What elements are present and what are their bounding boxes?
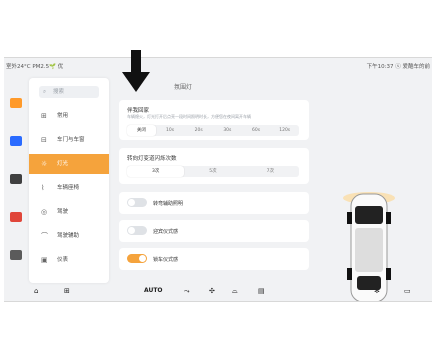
seat-icon: ⌇ bbox=[41, 184, 45, 192]
option-5[interactable]: 5次 bbox=[184, 166, 241, 177]
instrument-icon: ▣ bbox=[41, 256, 48, 264]
auto-ac-button[interactable]: AUTO bbox=[144, 287, 163, 294]
corner-light-toggle[interactable] bbox=[127, 198, 147, 207]
option-10s[interactable]: 10s bbox=[156, 125, 185, 136]
search-placeholder: 搜索 bbox=[53, 89, 65, 95]
menu-item-seats[interactable]: ⌇ 车辆座椅 bbox=[29, 178, 109, 198]
menu-item-label: 车门与车窗 bbox=[57, 137, 85, 143]
card-lock: 锁车仪式感 bbox=[119, 248, 309, 270]
row-label: 转弯辅助照明 bbox=[153, 201, 184, 207]
option-30s[interactable]: 30s bbox=[213, 125, 242, 136]
lock-toggle[interactable] bbox=[127, 254, 147, 263]
option-off[interactable]: 关闭 bbox=[127, 125, 156, 136]
menu-item-assist[interactable]: ⌒ 驾驶辅助 bbox=[29, 226, 109, 246]
menu-item-label: 驾驶辅助 bbox=[57, 233, 80, 239]
bottom-dock: ⌂ ⊞ AUTO ⤳ ✣ ⌓ ▤ ✻ ▭ bbox=[4, 283, 432, 301]
app-sidebar bbox=[4, 78, 26, 278]
seat-heat-icon[interactable]: ▭ bbox=[404, 287, 411, 295]
card-title: 伴我回家 bbox=[127, 108, 150, 114]
fan-icon[interactable]: ✣ bbox=[209, 287, 215, 295]
settings-app-icon[interactable] bbox=[10, 250, 22, 260]
defrost-rear-icon[interactable]: ▤ bbox=[258, 287, 265, 295]
menu-item-instrument[interactable]: ▣ 仪表 bbox=[29, 250, 109, 270]
menu-item-drive[interactable]: ◎ 驾驶 bbox=[29, 202, 109, 222]
card-follow-me-home: 伴我回家 车辆熄火，灯光打开后点亮一段时间照明时长，方便您在夜间离开车辆 关闭 … bbox=[119, 100, 309, 140]
car-icon: ⊞ bbox=[41, 112, 47, 120]
door-icon: ⊟ bbox=[41, 136, 47, 144]
menu-item-label: 驾驶 bbox=[57, 209, 69, 215]
status-right: 下午10:37 ⓢ 爱酷车的前 bbox=[366, 64, 430, 70]
navigation-app-icon[interactable] bbox=[10, 136, 22, 146]
settings-menu: ⌕ 搜索 ⊞ 常用 ⊟ 车门与车窗 ☼ 灯光 ⌇ 车辆座椅 ◎ 驾驶 ⌒ 驾驶辅… bbox=[29, 78, 109, 283]
status-bar: 室外24°C PM2.5🌱 优 下午10:37 ⓢ 爱酷车的前 bbox=[4, 58, 432, 72]
arrow-down-icon bbox=[122, 50, 150, 92]
status-left: 室外24°C PM2.5🌱 优 bbox=[6, 64, 64, 70]
drive-icon: ◎ bbox=[41, 208, 48, 216]
blink-segmented-control[interactable]: 3次 5次 7次 bbox=[127, 166, 299, 177]
option-120s[interactable]: 120s bbox=[270, 125, 299, 136]
card-title: 转向灯变道闪烁次数 bbox=[127, 156, 177, 162]
menu-item-label: 灯光 bbox=[57, 161, 69, 167]
page-title: 氛围灯 bbox=[174, 84, 193, 91]
row-label: 迎宾仪式感 bbox=[153, 229, 179, 235]
airflow-icon[interactable]: ⤳ bbox=[184, 287, 190, 296]
menu-item-label: 仪表 bbox=[57, 257, 69, 263]
option-60s[interactable]: 60s bbox=[242, 125, 271, 136]
toggle-knob bbox=[139, 255, 146, 262]
menu-item-label: 车辆座椅 bbox=[57, 185, 80, 191]
menu-item-lights[interactable]: ☼ 灯光 bbox=[29, 154, 109, 174]
home-icon[interactable]: ⌂ bbox=[34, 287, 38, 295]
search-input[interactable]: ⌕ 搜索 bbox=[39, 86, 99, 98]
settings-content: 氛围灯 伴我回家 车辆熄火，灯光打开后点亮一段时间照明时长，方便您在夜间离开车辆… bbox=[119, 78, 314, 293]
toggle-knob bbox=[128, 199, 135, 206]
car-screen: 室外24°C PM2.5🌱 优 下午10:37 ⓢ 爱酷车的前 ⌕ 搜索 ⊞ 常… bbox=[4, 57, 432, 302]
menu-item-common[interactable]: ⊞ 常用 bbox=[29, 106, 109, 126]
music-app-icon[interactable] bbox=[10, 98, 22, 108]
fan-speed-icon[interactable]: ✻ bbox=[374, 287, 380, 295]
video-app-icon[interactable] bbox=[10, 174, 22, 184]
card-welcome: 迎宾仪式感 bbox=[119, 220, 309, 242]
light-icon: ☼ bbox=[41, 160, 48, 168]
card-corner-light: 转弯辅助照明 bbox=[119, 192, 309, 214]
toggle-knob bbox=[128, 227, 135, 234]
menu-item-doors[interactable]: ⊟ 车门与车窗 bbox=[29, 130, 109, 150]
media-app-icon[interactable] bbox=[10, 212, 22, 222]
option-7[interactable]: 7次 bbox=[242, 166, 299, 177]
row-label: 锁车仪式感 bbox=[153, 257, 179, 263]
card-subtitle: 车辆熄火，灯光打开后点亮一段时间照明时长，方便您在夜间离开车辆 bbox=[127, 114, 251, 119]
duration-segmented-control[interactable]: 关闭 10s 20s 30s 60s 120s bbox=[127, 125, 299, 136]
option-20s[interactable]: 20s bbox=[184, 125, 213, 136]
card-turn-signal: 转向灯变道闪烁次数 3次 5次 7次 bbox=[119, 148, 309, 184]
menu-item-label: 常用 bbox=[57, 113, 69, 119]
defrost-front-icon[interactable]: ⌓ bbox=[232, 287, 238, 296]
option-3[interactable]: 3次 bbox=[127, 166, 185, 177]
welcome-toggle[interactable] bbox=[127, 226, 147, 235]
apps-grid-icon[interactable]: ⊞ bbox=[64, 287, 70, 295]
search-icon: ⌕ bbox=[43, 89, 47, 95]
assist-icon: ⌒ bbox=[41, 232, 48, 240]
